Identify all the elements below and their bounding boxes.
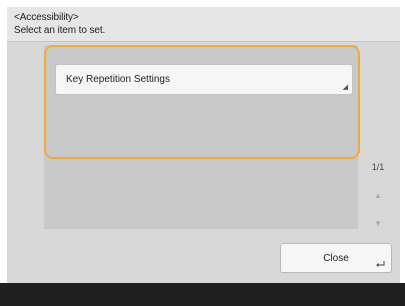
return-icon [376,261,385,267]
page-indicator: 1/1 [371,162,385,172]
header: <Accessibility> Select an item to set. [7,7,400,42]
arrow-down-icon: ▼ [374,219,382,228]
selection-highlight [44,45,360,159]
instruction-text: Select an item to set. [14,25,106,36]
corner-arrow-icon: ◢ [342,84,348,91]
scroll-up-button[interactable]: ▲ [368,186,388,206]
item-label: Key Repetition Settings [66,74,170,85]
arrow-up-icon: ▲ [374,191,382,200]
close-button[interactable]: Close [280,243,392,273]
key-repetition-settings-button[interactable]: Key Repetition Settings ◢ [55,64,353,95]
screen-title: <Accessibility> [14,12,79,23]
scroll-down-button[interactable]: ▼ [368,214,388,234]
footer-bar [0,283,405,306]
